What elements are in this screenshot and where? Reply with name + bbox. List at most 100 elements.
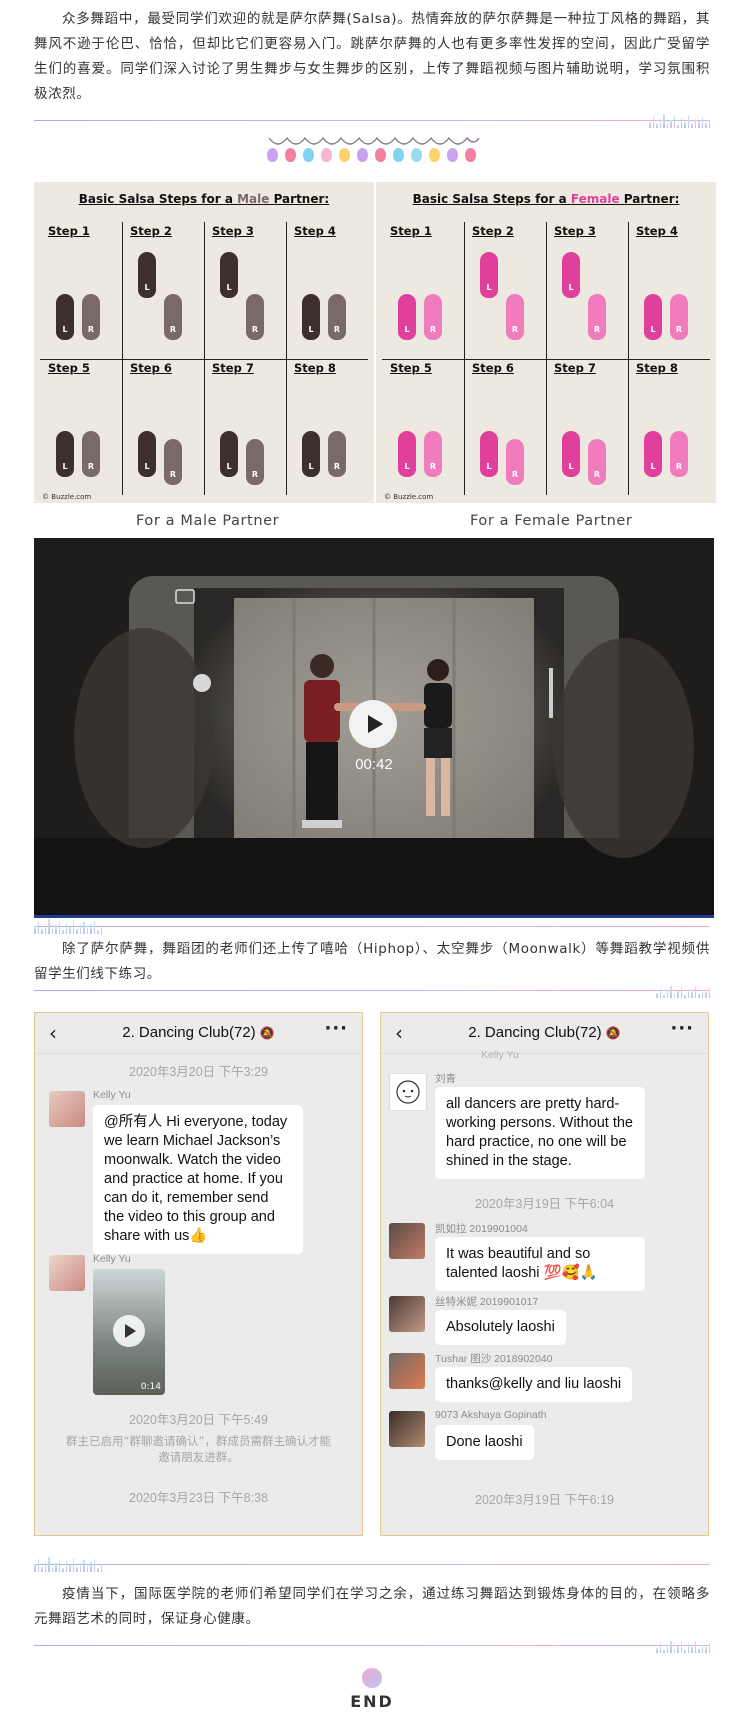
- more-icon[interactable]: ···: [670, 1018, 694, 1039]
- step-cell: Step 5 LR: [40, 359, 122, 496]
- step-label: Step 3: [554, 224, 596, 238]
- left-foot-icon: L: [56, 430, 74, 477]
- play-button[interactable]: [349, 700, 397, 748]
- right-foot-icon: R: [588, 438, 606, 485]
- video-duration: 0:14: [140, 1382, 161, 1392]
- step-cell: Step 1 LR: [382, 222, 464, 359]
- timestamp: 2020年3月23日 下午8:38: [129, 1491, 268, 1505]
- left-foot-icon: L: [138, 430, 156, 477]
- section-divider: [34, 982, 710, 998]
- timestamp: 2020年3月19日 下午6:19: [475, 1493, 614, 1507]
- timestamp: 2020年3月20日 下午3:29: [129, 1065, 268, 1079]
- chat-title: 2. Dancing Club(72) 🔕: [468, 1024, 621, 1041]
- male-caption: For a Male Partner: [136, 513, 280, 529]
- timestamp: 2020年3月19日 下午6:04: [475, 1197, 614, 1211]
- play-button[interactable]: [113, 1315, 145, 1347]
- section-divider: [34, 1556, 710, 1572]
- chat-header: ‹ 2. Dancing Club(72) 🔕 ···: [381, 1013, 708, 1054]
- right-foot-icon: R: [328, 294, 346, 340]
- avatar[interactable]: [389, 1353, 425, 1389]
- message-bubble[interactable]: thanks@kelly and liu laoshi: [435, 1367, 633, 1402]
- chat-screenshot-right: ‹ 2. Dancing Club(72) 🔕 ··· Kelly Yu 刘青 …: [380, 1012, 709, 1536]
- right-foot-icon: R: [164, 294, 182, 340]
- step-label: Step 6: [130, 360, 172, 375]
- string-lights-decoration: [267, 136, 481, 168]
- image-credit: © Buzzle.com: [384, 493, 434, 501]
- avatar[interactable]: [49, 1255, 85, 1291]
- step-cell: Step 3 LR: [546, 222, 628, 359]
- step-cell: Step 2 LR: [122, 222, 204, 359]
- step-label: Step 2: [130, 224, 172, 238]
- message-bubble[interactable]: all dancers are pretty hard-working pers…: [435, 1087, 645, 1179]
- step-label: Step 4: [636, 224, 678, 238]
- step-label: Step 7: [554, 360, 596, 375]
- step-cell: Step 2 LR: [464, 222, 546, 359]
- step-cell: Step 8 LR: [286, 359, 368, 496]
- avatar[interactable]: [389, 1073, 427, 1111]
- left-foot-icon: L: [398, 294, 416, 340]
- video-message[interactable]: 0:14: [93, 1269, 165, 1395]
- sender-name: Kelly Yu: [93, 1089, 131, 1101]
- dance-video-player[interactable]: 00:42: [34, 538, 714, 918]
- step-label: Step 1: [390, 224, 432, 238]
- video-duration: 00:42: [355, 756, 393, 773]
- step-cell: Step 5 LR: [382, 359, 464, 496]
- step-label: Step 4: [294, 224, 336, 238]
- left-foot-icon: L: [302, 294, 320, 340]
- right-foot-icon: R: [670, 430, 688, 477]
- avatar[interactable]: [49, 1091, 85, 1127]
- message-bubble[interactable]: Done laoshi: [435, 1425, 534, 1460]
- step-label: Step 2: [472, 224, 514, 238]
- step-cell: Step 4 LR: [628, 222, 710, 359]
- chat-screenshot-left: ‹ 2. Dancing Club(72) 🔕 ··· 2020年3月20日 下…: [34, 1012, 363, 1536]
- mute-icon: 🔕: [259, 1026, 275, 1040]
- step-cell: Step 6 LR: [464, 359, 546, 496]
- right-foot-icon: R: [246, 438, 264, 485]
- sender-name-cut: Kelly Yu: [481, 1049, 519, 1061]
- system-notice: 群主已启用“群聊邀请确认”，群成员需群主确认才能邀请朋友进群。: [66, 1434, 331, 1464]
- step-cell: Step 3 LR: [204, 222, 286, 359]
- female-steps-title: Basic Salsa Steps for a Female Partner:: [412, 192, 680, 206]
- left-foot-icon: L: [562, 252, 580, 298]
- right-foot-icon: R: [82, 294, 100, 340]
- female-caption: For a Female Partner: [470, 513, 633, 529]
- sender-name: Kelly Yu: [93, 1253, 131, 1265]
- right-foot-icon: R: [246, 294, 264, 340]
- step-label: Step 3: [212, 224, 254, 238]
- section-divider: [34, 1637, 710, 1653]
- step-label: Step 8: [294, 360, 336, 375]
- avatar[interactable]: [389, 1223, 425, 1259]
- message-bubble[interactable]: It was beautiful and so talented laoshi …: [435, 1237, 645, 1291]
- image-credit: © Buzzle.com: [42, 493, 92, 501]
- message-bubble[interactable]: Absolutely laoshi: [435, 1310, 566, 1345]
- female-steps-grid: Step 1 L R Step 2 L R Step 3 L R Step 4 L R Step 5LR…: [382, 222, 710, 495]
- step-label: Step 8: [636, 360, 678, 375]
- right-foot-icon: R: [506, 294, 524, 340]
- step-cell: Step 7 LR: [546, 359, 628, 496]
- left-foot-icon: L: [220, 430, 238, 477]
- play-icon: [368, 715, 383, 733]
- section-divider: [34, 112, 710, 128]
- avatar[interactable]: [389, 1411, 425, 1447]
- male-steps-image: Basic Salsa Steps for a Male Partner: St…: [34, 182, 374, 503]
- play-icon: [125, 1324, 136, 1338]
- section-divider: [34, 918, 710, 934]
- step-label: Step 5: [390, 360, 432, 375]
- mute-icon: 🔕: [605, 1026, 621, 1040]
- chat-title: 2. Dancing Club(72) 🔕: [122, 1024, 275, 1041]
- message-bubble[interactable]: @所有人 Hi everyone, today we learn Michael…: [93, 1105, 303, 1254]
- second-paragraph: 除了萨尔萨舞，舞蹈团的老师们还上传了嘻哈（Hiphop）、太空舞步（Moonwa…: [34, 941, 710, 982]
- more-icon[interactable]: ···: [324, 1018, 348, 1039]
- left-foot-icon: L: [480, 252, 498, 298]
- right-foot-icon: R: [506, 438, 524, 485]
- sender-name: Tushar 图沙 2018902040: [435, 1353, 553, 1365]
- sender-name: 丝特米妮 2019901017: [435, 1296, 539, 1308]
- closing-paragraph: 疫情当下，国际医学院的老师们希望同学们在学习之余，通过练习舞蹈达到锻炼身体的目的…: [34, 1586, 710, 1627]
- avatar[interactable]: [389, 1296, 425, 1332]
- step-label: Step 7: [212, 360, 254, 375]
- step-cell: Step 8 LR: [628, 359, 710, 496]
- intro-paragraph: 众多舞蹈中，最受同学们欢迎的就是萨尔萨舞(Salsa)。热情奔放的萨尔萨舞是一种…: [34, 11, 710, 102]
- left-foot-icon: L: [56, 294, 74, 340]
- right-foot-icon: R: [82, 430, 100, 477]
- timestamp: 2020年3月20日 下午5:49: [129, 1413, 268, 1427]
